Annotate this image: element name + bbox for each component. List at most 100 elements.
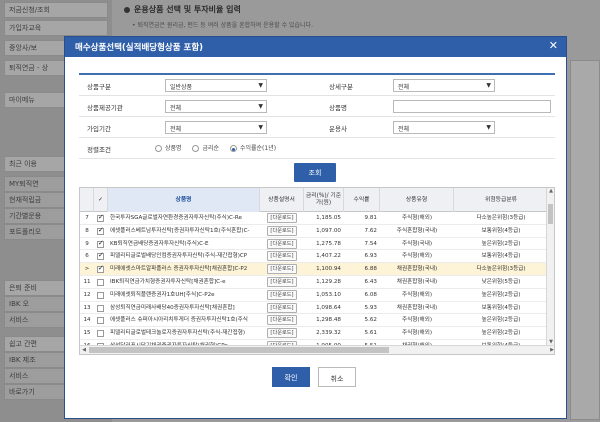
table-row[interactable]: 7 한국투자SGA글로벌자연환경증권자투자신탁(주식)C-Re[다운로드] 1,18… bbox=[80, 212, 548, 225]
table-row[interactable]: 12 미래에셋퇴직플랜증권자1호UH[주식]C-P2e [다운로드] 1,053.10… bbox=[80, 289, 548, 302]
rate-value: 6.88 bbox=[364, 266, 377, 273]
bullet-icon bbox=[124, 6, 130, 13]
product-type-select[interactable]: 일반상품 ▼ bbox=[165, 79, 267, 92]
row-number: 15 bbox=[83, 330, 91, 337]
sort-option-name[interactable]: 상품명 bbox=[155, 143, 182, 152]
row-number: 6 bbox=[85, 253, 89, 260]
th-doc: 상품설명서 bbox=[260, 188, 304, 212]
price-value: 2,339.32 bbox=[316, 330, 341, 337]
product-name[interactable]: 에셋플러스 슈퍼아시아리치투게더 증권자투자신탁1호(주식 bbox=[110, 314, 258, 327]
row-number: 8 bbox=[85, 227, 89, 234]
product-name[interactable]: 한국투자SGA글로벌자연환경증권자투자신탁(주식)C-Re bbox=[110, 212, 258, 225]
row-checkbox[interactable] bbox=[97, 213, 104, 222]
price-value: 1,185.05 bbox=[316, 215, 341, 221]
product-name[interactable]: KB퇴직연금배당증권자투자신탁(주식)C-E bbox=[110, 238, 258, 251]
row-checkbox[interactable] bbox=[97, 264, 104, 274]
download-link[interactable]: [다운로드] bbox=[260, 289, 304, 302]
sort-option-rate[interactable]: 금리순 bbox=[192, 143, 219, 152]
filter-row: 상품제공기관 전체 ▼ 상품명 bbox=[79, 96, 555, 117]
price-value: 1,275.78 bbox=[316, 240, 341, 247]
scroll-left-icon[interactable]: ◀ bbox=[80, 346, 88, 354]
row-checkbox[interactable] bbox=[97, 330, 104, 338]
download-link[interactable]: [다운로드] bbox=[260, 250, 304, 263]
row-checkbox[interactable] bbox=[97, 239, 104, 248]
th-check: ✓ bbox=[94, 188, 108, 212]
table-row[interactable]: 6 피델리티글로벌배당인컴증권자투자신탁(주식-재간접형)CP[다운로드] 1,40… bbox=[80, 250, 548, 264]
filter-row: 정렬조건 상품명 금리순 수익률순(1년) bbox=[79, 138, 555, 159]
chevron-down-icon: ▼ bbox=[258, 103, 263, 110]
search-button[interactable]: 조회 bbox=[294, 163, 336, 182]
row-number: 14 bbox=[83, 317, 91, 324]
row-checkbox[interactable] bbox=[97, 317, 104, 325]
th-rate: 수익률 bbox=[344, 188, 380, 212]
manager-select[interactable]: 전체 ▼ bbox=[393, 121, 495, 134]
product-name[interactable]: IBK퇴직연금가치형증권자투자신탁[채권혼합]C-e bbox=[110, 276, 258, 289]
risk-grade: 높은위험(2등급) bbox=[481, 317, 521, 324]
bg-right-panel bbox=[570, 60, 600, 420]
download-link[interactable]: [다운로드] bbox=[260, 212, 304, 225]
row-checkbox[interactable] bbox=[97, 291, 104, 299]
table-row[interactable]: 11 IBK퇴직연금가치형증권자투자신탁[채권혼합]C-e [다운로드] 1,129.… bbox=[80, 276, 548, 289]
product-name-label: 상품명 bbox=[329, 104, 347, 112]
download-link[interactable]: [다운로드] bbox=[260, 225, 304, 238]
table-row[interactable]: 15 피델리티글로벌테크놀로지증권자투자신탁(주식-재간접형) [다운로드] 2,33… bbox=[80, 327, 548, 340]
bg-page-subtitle: • 퇴직연금은 원리금, 펀드 등 여러 상품을 혼합하여 운용할 수 있습니다… bbox=[132, 22, 313, 29]
period-label: 가입기간 bbox=[87, 125, 111, 133]
product-name[interactable]: 피델리티글로벌배당인컴증권자투자신탁(주식-재간접형)CP bbox=[110, 250, 258, 263]
product-type: 주식형(해외) bbox=[401, 330, 433, 337]
row-checkbox[interactable] bbox=[97, 226, 104, 235]
scroll-thumb[interactable] bbox=[89, 347, 389, 353]
scroll-right-icon[interactable]: ▶ bbox=[548, 346, 554, 354]
sort-option-yield[interactable]: 수익률순(1년) bbox=[229, 143, 276, 152]
rate-value: 5.93 bbox=[364, 304, 377, 311]
scroll-thumb[interactable] bbox=[548, 204, 553, 224]
row-checkbox[interactable] bbox=[97, 251, 104, 261]
rate-value: 6.43 bbox=[364, 279, 377, 285]
provider-select[interactable]: 전체 ▼ bbox=[165, 100, 267, 113]
product-name[interactable]: 미래에셋퇴직플랜증권자1호UH[주식]C-P2e bbox=[110, 289, 258, 302]
th-risk: 위험등급분류 bbox=[485, 196, 517, 203]
product-name[interactable]: 피델리티글로벌테크놀로지증권자투자신탁(주식-재간접형) bbox=[110, 327, 258, 340]
bg-side-item: 가입자교육 bbox=[4, 20, 108, 36]
filter-row: 상품구분 일반상품 ▼ 상세구분 전체 ▼ bbox=[79, 75, 555, 96]
product-type: 채권혼합형(국내) bbox=[396, 304, 438, 311]
table-row[interactable]: 8 에셋플러스베트남투자신탁[증권자투자신탁1호(주식혼합)C-[다운로드] 1,0… bbox=[80, 225, 548, 238]
download-link[interactable]: [다운로드] bbox=[260, 276, 304, 289]
manager-label: 운용사 bbox=[329, 125, 347, 133]
price-value: 1,053.10 bbox=[316, 291, 341, 298]
row-checkbox[interactable] bbox=[97, 304, 104, 312]
download-link[interactable]: [다운로드] bbox=[260, 263, 304, 276]
product-name-input[interactable] bbox=[393, 100, 551, 113]
download-link[interactable]: [다운로드] bbox=[260, 327, 304, 340]
table-row[interactable]: 13 삼성퇴직연금미래사배당40증권자투자신탁[채권혼합] [다운로드] 1,098.… bbox=[80, 302, 548, 315]
product-name[interactable]: 삼성퇴직연금미래사배당40증권자투자신탁[채권혼합] bbox=[110, 302, 258, 315]
confirm-button[interactable]: 확인 bbox=[272, 367, 310, 387]
risk-grade: 높은위험(2등급) bbox=[481, 240, 521, 247]
th-name: 상품명 bbox=[108, 188, 260, 212]
price-value: 1,298.48 bbox=[316, 317, 341, 324]
bg-page-title: 운용상품 선택 및 투자비율 입력 bbox=[124, 4, 241, 15]
row-checkbox[interactable] bbox=[97, 279, 104, 286]
product-name[interactable]: 미래에셋스마트알파플러스 증권자투자신탁[채권혼합]C-P2 bbox=[110, 263, 258, 276]
rate-value: 5.61 bbox=[364, 330, 377, 337]
product-type: 주식형(해외) bbox=[401, 317, 433, 324]
horizontal-scrollbar[interactable]: ◀ ▶ bbox=[80, 345, 554, 354]
product-detail-label: 상세구분 bbox=[329, 83, 353, 91]
table-row[interactable]: > 미래에셋스마트알파플러스 증권자투자신탁[채권혼합]C-P2[다운로드] 1,1… bbox=[80, 263, 548, 276]
modal-header: 매수상품선택(실적배당형상품 포함) ✕ bbox=[65, 37, 566, 57]
scroll-up-icon[interactable]: ▲ bbox=[547, 188, 554, 195]
period-select[interactable]: 전체 ▼ bbox=[165, 121, 267, 134]
close-icon[interactable]: ✕ bbox=[549, 40, 558, 52]
download-link[interactable]: [다운로드] bbox=[260, 302, 304, 315]
product-name[interactable]: 에셋플러스베트남투자신탁[증권자투자신탁1호(주식혼합)C- bbox=[110, 225, 258, 238]
rate-value: 7.54 bbox=[364, 240, 377, 247]
check-icon: ✓ bbox=[98, 196, 103, 203]
table-row[interactable]: 9 KB퇴직연금배당증권자투자신탁(주식)C-E[다운로드] 1,275.78 7.5… bbox=[80, 238, 548, 251]
vertical-scrollbar[interactable]: ▲ ▼ bbox=[546, 188, 554, 346]
download-link[interactable]: [다운로드] bbox=[260, 314, 304, 327]
rate-value: 5.62 bbox=[364, 317, 377, 324]
table-row[interactable]: 14 에셋플러스 슈퍼아시아리치투게더 증권자투자신탁1호(주식 [다운로드] 1,2… bbox=[80, 314, 548, 328]
cancel-button[interactable]: 취소 bbox=[318, 367, 356, 387]
download-link[interactable]: [다운로드] bbox=[260, 238, 304, 251]
product-detail-select[interactable]: 전체 ▼ bbox=[393, 79, 495, 92]
